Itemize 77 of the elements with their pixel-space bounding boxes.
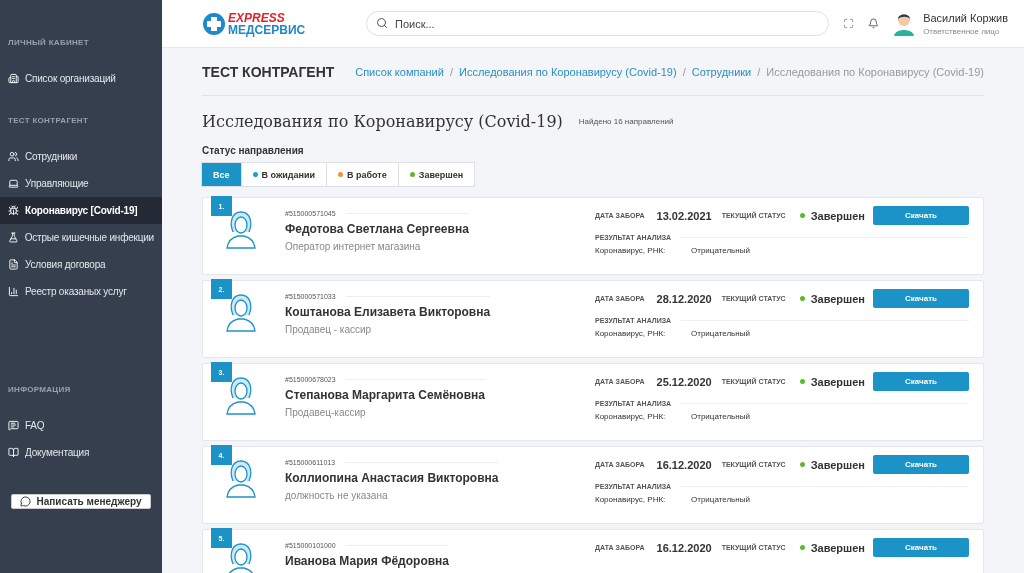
breadcrumb-link[interactable]: Список компаний [355, 65, 444, 78]
sidebar-item[interactable]: Реестр оказаных услуг [0, 278, 162, 305]
status-filter-tab[interactable]: В ожидании [240, 162, 328, 187]
woman-avatar-icon [223, 459, 259, 499]
breadcrumb-link[interactable]: Сотрудники [691, 65, 752, 78]
section-title: ТЕСТ КОНТРАГЕНТ [7, 116, 90, 125]
section-title: ИНФОРМАЦИЯ [7, 385, 72, 394]
found-count: Найдено 16 направлений [578, 117, 674, 126]
status-text: Завершен [810, 209, 866, 222]
patient-position: должность не указана [285, 490, 389, 501]
breadcrumb-separator: / [682, 65, 686, 78]
test-result: Отрицательный [691, 246, 750, 255]
collection-date: 25.12.2020 [656, 375, 712, 388]
collection-date: 13.02.2021 [656, 209, 712, 222]
sidebar-item[interactable]: Управляющие [0, 170, 162, 197]
book-icon [8, 447, 19, 458]
document-icon [8, 259, 19, 270]
building-icon [8, 73, 19, 84]
laptop-icon [8, 178, 19, 189]
message-icon [8, 420, 19, 431]
test-name: Коронавирус, РНК: [595, 329, 667, 338]
collection-date: 16.12.2020 [656, 541, 712, 554]
user-avatar-icon [893, 11, 916, 36]
status-filter-tab[interactable]: Завершен [397, 162, 476, 187]
status-filter-tab[interactable]: В работе [326, 162, 399, 187]
filter-label: Статус направления [202, 145, 305, 156]
breadcrumb-separator: / [757, 65, 761, 78]
woman-avatar-icon [223, 210, 259, 250]
patient-position: Оператор интернет магазина [285, 241, 422, 252]
patient-name: Федотова Светлана Сергеевна [285, 222, 469, 236]
user-role: Ответственное лицо [923, 26, 1001, 36]
status-text: Завершен [810, 375, 866, 388]
search-field[interactable]: Поиск... [366, 11, 830, 36]
search-icon [376, 17, 388, 29]
collection-date: 16.12.2020 [656, 458, 712, 471]
sidebar-item[interactable]: Список организаций [0, 65, 162, 92]
test-result: Отрицательный [691, 329, 750, 338]
test-name: Коронавирус, РНК: [595, 412, 667, 421]
patient-name: Иванова Мария Фёдоровна [285, 554, 449, 568]
medical-cross-logo-icon [202, 11, 226, 36]
sidebar-item[interactable]: FAQ [0, 412, 162, 439]
users-icon [8, 151, 19, 162]
test-result: Отрицательный [691, 412, 750, 421]
section-title: ЛИЧНЫЙ КАБИНЕТ [7, 38, 90, 47]
patient-position: Продавец-кассир [285, 407, 367, 418]
patient-name: Коллиопина Анастасия Викторовна [285, 471, 499, 485]
flask-icon [8, 232, 19, 243]
test-result: Отрицательный [691, 495, 750, 504]
section-heading: Исследования по Коронавирусу (Covid-19) [202, 112, 563, 131]
sidebar-item[interactable]: Документация [0, 439, 162, 466]
test-name: Коронавирус, РНК: [595, 495, 667, 504]
bell-icon[interactable] [868, 18, 880, 29]
chat-icon [20, 496, 32, 507]
woman-avatar-icon [223, 376, 259, 416]
sidebar-item[interactable]: Коронавирус [Covid-19] [0, 197, 162, 224]
patient-name: Коштанова Елизавета Викторовна [285, 305, 491, 319]
logo-text: EXPRESS [228, 11, 286, 24]
collection-date: 28.12.2020 [656, 292, 712, 305]
user-name: Василий Коржив [923, 11, 1008, 24]
status-text: Завершен [810, 292, 866, 305]
sidebar-item[interactable]: Острые кишечные инфекции [0, 224, 162, 251]
patient-position: Продавец - кассир [285, 324, 373, 335]
woman-avatar-icon [223, 293, 259, 333]
logo-text: МЕДСЕРВИС [228, 23, 306, 36]
patient-name: Степанова Маргарита Семёновна [285, 388, 485, 402]
test-name: Коронавирус, РНК: [595, 246, 667, 255]
breadcrumb-separator: / [449, 65, 453, 78]
sidebar-item[interactable]: Сотрудники [0, 143, 162, 170]
page-title: ТЕСТ КОНТРАГЕНТ [202, 63, 335, 80]
fullscreen-icon[interactable] [843, 18, 855, 29]
write-manager-button[interactable]: Написать менеджеру [11, 494, 151, 509]
status-text: Завершен [810, 458, 866, 471]
breadcrumb-link[interactable]: Исследования по Коронавирусу (Covid-19) [458, 65, 677, 78]
chart-icon [8, 286, 19, 297]
bug-icon [8, 205, 19, 216]
sidebar-item[interactable]: Условия договора [0, 251, 162, 278]
status-text: Завершен [810, 541, 866, 554]
